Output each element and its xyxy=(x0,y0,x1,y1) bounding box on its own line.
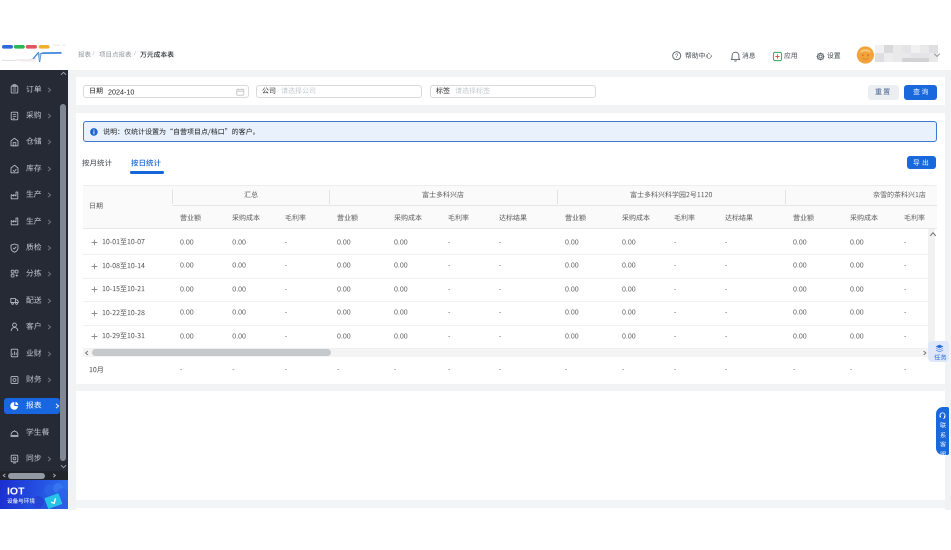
svg-text:IOT: IOT xyxy=(7,485,25,497)
